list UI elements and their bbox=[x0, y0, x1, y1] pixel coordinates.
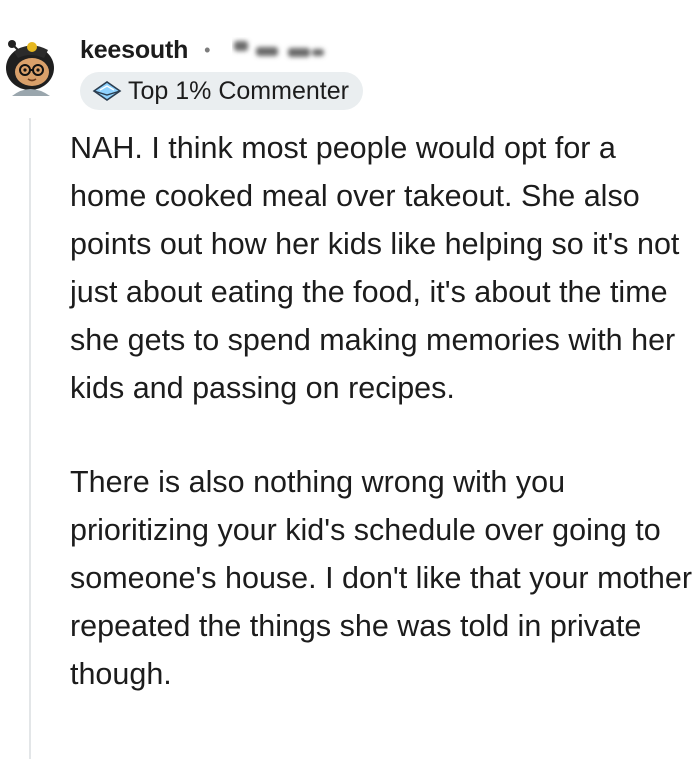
comment-header: keesouth • bbox=[80, 30, 332, 70]
badge-label: Top 1% Commenter bbox=[128, 76, 349, 105]
comment-paragraph: NAH. I think most people would opt for a… bbox=[70, 131, 680, 405]
comment-paragraph: There is also nothing wrong with you pri… bbox=[70, 465, 692, 691]
username-link[interactable]: keesouth bbox=[80, 36, 188, 65]
blurred-timestamp-icon bbox=[234, 41, 325, 57]
award-badge-icon bbox=[92, 81, 122, 101]
comment-body: NAH. I think most people would opt for a… bbox=[70, 124, 695, 698]
comment: keesouth • Top 1% Commenter NAH. I think… bbox=[0, 0, 700, 759]
snoo-avatar-icon[interactable] bbox=[2, 38, 58, 98]
top-commenter-badge[interactable]: Top 1% Commenter bbox=[80, 72, 363, 110]
separator-dot: • bbox=[204, 40, 211, 60]
thread-line[interactable] bbox=[29, 118, 31, 759]
